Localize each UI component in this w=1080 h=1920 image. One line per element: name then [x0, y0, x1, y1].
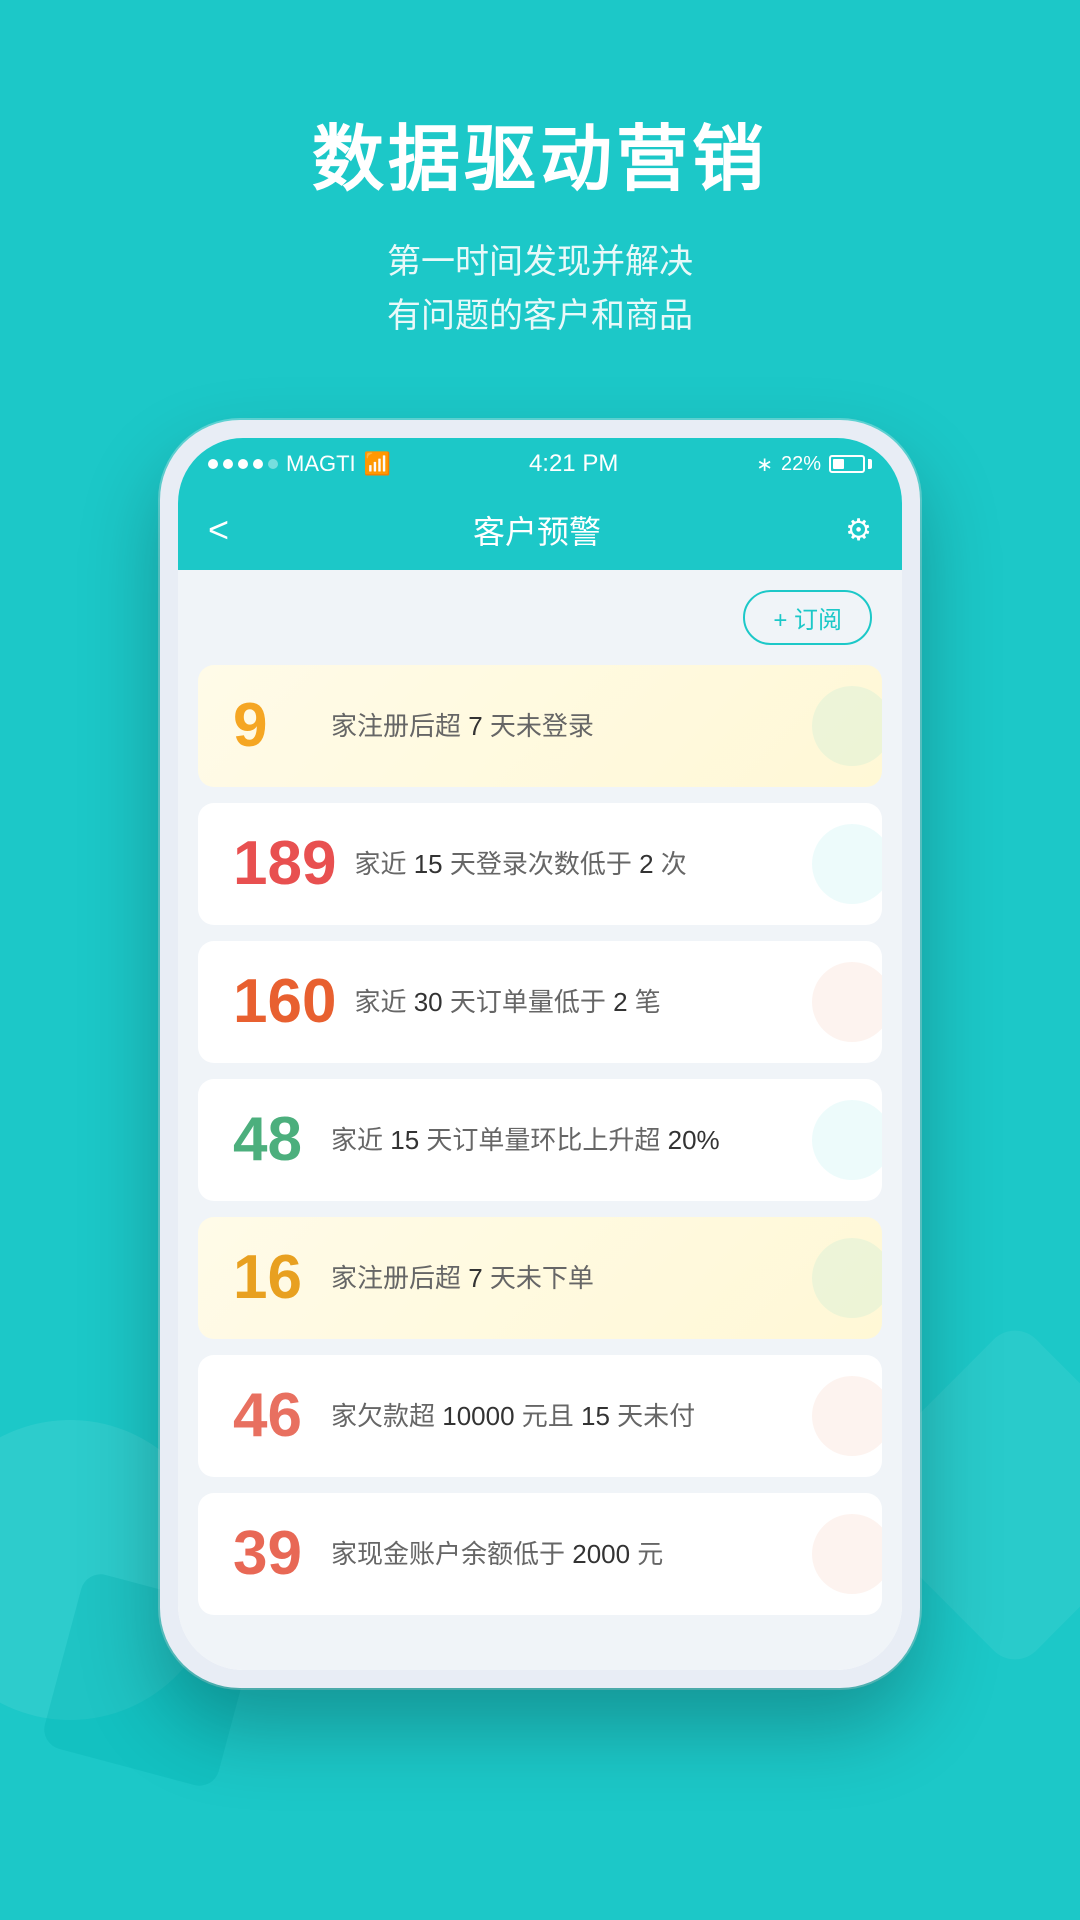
status-left: MAGTI 📶 — [208, 451, 391, 477]
bluetooth-icon: ∗ — [756, 452, 773, 477]
alert-text: 家近 30 天订单量低于 2 笔 — [354, 984, 847, 1020]
alert-item[interactable]: 9 家注册后超 7 天未登录 — [198, 665, 882, 787]
alert-number: 48 — [233, 1109, 313, 1171]
alert-item[interactable]: 189 家近 15 天登录次数低于 2 次 — [198, 803, 882, 925]
alert-number: 39 — [233, 1523, 313, 1585]
back-button[interactable]: < — [208, 509, 229, 551]
alert-item[interactable]: 46 家欠款超 10000 元且 15 天未付 — [198, 1355, 882, 1477]
alert-text: 家近 15 天订单量环比上升超 20% — [331, 1122, 847, 1158]
battery-icon — [829, 455, 872, 473]
time-display: 4:21 PM — [529, 450, 618, 478]
header-section: 数据驱动营销 第一时间发现并解决 有问题的客户和商品 — [0, 100, 1080, 344]
main-title: 数据驱动营销 — [0, 100, 1080, 205]
subscribe-bar: + 订阅 — [178, 570, 902, 655]
phone-mockup: MAGTI 📶 4:21 PM ∗ 22% < 客户预警 ⚙ — [160, 420, 920, 1688]
alert-text: 家欠款超 10000 元且 15 天未付 — [331, 1398, 847, 1434]
nav-title: 客户预警 — [473, 507, 601, 553]
alert-item[interactable]: 160 家近 30 天订单量低于 2 笔 — [198, 941, 882, 1063]
alert-item[interactable]: 39 家现金账户余额低于 2000 元 — [198, 1493, 882, 1615]
status-right: ∗ 22% — [756, 452, 872, 477]
alert-number: 46 — [233, 1385, 313, 1447]
battery-pct: 22% — [781, 453, 821, 476]
alert-text: 家现金账户余额低于 2000 元 — [331, 1536, 847, 1572]
alert-list: 9 家注册后超 7 天未登录 189 家近 15 天登录次数低于 2 次 160… — [178, 655, 902, 1645]
alert-number: 9 — [233, 695, 313, 757]
alert-number: 16 — [233, 1247, 313, 1309]
alert-text: 家注册后超 7 天未下单 — [331, 1260, 847, 1296]
main-subtitle: 第一时间发现并解决 有问题的客户和商品 — [0, 235, 1080, 344]
alert-item[interactable]: 48 家近 15 天订单量环比上升超 20% — [198, 1079, 882, 1201]
wifi-icon: 📶 — [364, 451, 391, 477]
subscribe-button[interactable]: + 订阅 — [743, 590, 872, 645]
alert-item[interactable]: 16 家注册后超 7 天未下单 — [198, 1217, 882, 1339]
content-area: + 订阅 9 家注册后超 7 天未登录 189 家近 15 天登录次数低于 2 … — [178, 570, 902, 1670]
carrier-label: MAGTI — [286, 451, 356, 477]
alert-text: 家近 15 天登录次数低于 2 次 — [354, 846, 847, 882]
settings-button[interactable]: ⚙ — [845, 513, 872, 548]
alert-text: 家注册后超 7 天未登录 — [331, 708, 847, 744]
alert-number: 160 — [233, 971, 336, 1033]
status-bar: MAGTI 📶 4:21 PM ∗ 22% — [178, 438, 902, 490]
nav-bar: < 客户预警 ⚙ — [178, 490, 902, 570]
alert-number: 189 — [233, 833, 336, 895]
